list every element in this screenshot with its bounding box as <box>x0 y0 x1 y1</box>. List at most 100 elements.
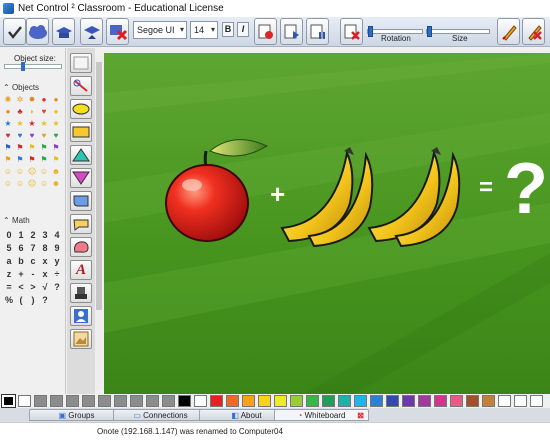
flag-icon[interactable]: ⚑ <box>50 154 62 165</box>
color-swatch[interactable] <box>290 395 303 407</box>
close-tab-icon[interactable]: ⊠ <box>357 410 364 421</box>
line-tool-button[interactable] <box>70 76 92 96</box>
math-symbol[interactable]: x <box>39 255 51 267</box>
heart-icon[interactable]: ♥ <box>2 130 14 141</box>
math-symbol[interactable]: ÷ <box>51 268 63 280</box>
color-swatch[interactable] <box>194 395 207 407</box>
smiley-icon[interactable]: ☺ <box>38 178 50 189</box>
flower-icon[interactable]: ✲ <box>14 94 26 105</box>
record-button[interactable] <box>254 18 277 45</box>
math-symbol[interactable]: 7 <box>27 242 39 254</box>
strawberry-icon[interactable]: ♥ <box>38 106 50 117</box>
smiley-icon[interactable]: ☹ <box>26 166 38 177</box>
color-swatch[interactable] <box>530 395 543 407</box>
color-swatch[interactable] <box>258 395 271 407</box>
math-symbol[interactable]: = <box>3 281 15 293</box>
smiley-icon[interactable]: ☺ <box>14 178 26 189</box>
color-swatch[interactable] <box>370 395 383 407</box>
color-swatch[interactable] <box>18 395 31 407</box>
image-tool-button[interactable] <box>70 329 92 349</box>
yellow-flag-icon[interactable]: ⚑ <box>26 142 38 153</box>
math-symbol[interactable]: ( <box>15 294 27 306</box>
bold-button[interactable]: B <box>222 22 234 37</box>
math-symbol[interactable]: % <box>3 294 15 306</box>
smiley-icon[interactable]: ☻ <box>50 178 62 189</box>
red-star-icon[interactable]: ★ <box>26 118 38 129</box>
red-flag-icon[interactable]: ⚑ <box>14 142 26 153</box>
blue-star-icon[interactable]: ★ <box>2 118 14 129</box>
close-whiteboard-button[interactable] <box>522 18 545 45</box>
tab-connections[interactable]: ▭ Connections <box>113 409 208 421</box>
cloud-button[interactable] <box>26 18 49 45</box>
color-swatch[interactable] <box>82 395 95 407</box>
ellipse-tool-button[interactable] <box>70 99 92 119</box>
math-symbol[interactable]: 5 <box>3 242 15 254</box>
color-swatch[interactable] <box>354 395 367 407</box>
size-slider-thumb[interactable] <box>427 26 432 37</box>
math-symbol[interactable]: 8 <box>39 242 51 254</box>
gold-star-icon[interactable]: ★ <box>38 118 50 129</box>
flag-icon[interactable]: ⚑ <box>38 154 50 165</box>
math-symbol[interactable]: 1 <box>15 229 27 241</box>
orange-icon[interactable]: ● <box>50 94 62 105</box>
star-icon[interactable]: ★ <box>50 118 62 129</box>
pumpkin-icon[interactable]: ● <box>2 106 14 117</box>
smiley-icon[interactable]: ☺ <box>38 166 50 177</box>
pause-button[interactable] <box>306 18 329 45</box>
font-select[interactable]: Segoe UI ▾ <box>133 21 187 39</box>
purple-flag-icon[interactable]: ⚑ <box>50 142 62 153</box>
yellow-star-icon[interactable]: ★ <box>14 118 26 129</box>
purple-heart-icon[interactable]: ♥ <box>26 130 38 141</box>
green-flag-icon[interactable]: ⚑ <box>38 142 50 153</box>
math-symbol[interactable]: 2 <box>27 229 39 241</box>
lemon-icon[interactable]: ● <box>50 106 62 117</box>
math-symbol[interactable]: ) <box>27 294 39 306</box>
clear-objects-button[interactable] <box>106 18 129 45</box>
font-size-select[interactable]: 14 ▾ <box>190 21 218 39</box>
rectangle-tool-button[interactable] <box>70 122 92 142</box>
color-swatch[interactable] <box>306 395 319 407</box>
text-tool-button[interactable]: A <box>70 260 92 280</box>
math-symbol[interactable]: ? <box>39 294 51 306</box>
color-swatch[interactable] <box>322 395 335 407</box>
panel-scrollbar-thumb[interactable] <box>96 62 102 310</box>
math-symbol[interactable]: y <box>51 255 63 267</box>
user-tool-button[interactable] <box>70 306 92 326</box>
color-swatch[interactable] <box>1 394 16 408</box>
color-swatch[interactable] <box>162 395 175 407</box>
math-symbol[interactable]: c <box>27 255 39 267</box>
color-swatch[interactable] <box>50 395 63 407</box>
color-swatch[interactable] <box>34 395 47 407</box>
smiley-icon[interactable]: ☺ <box>2 166 14 177</box>
math-symbol[interactable]: x <box>39 268 51 280</box>
blue-heart-icon[interactable]: ♥ <box>14 130 26 141</box>
math-header[interactable]: ⌃ Math <box>3 216 30 225</box>
color-swatch[interactable] <box>450 395 463 407</box>
math-symbol[interactable]: b <box>15 255 27 267</box>
math-symbol[interactable]: - <box>27 268 39 280</box>
math-symbol[interactable]: + <box>15 268 27 280</box>
objects-header[interactable]: ⌃ Objects <box>3 83 39 92</box>
math-symbol[interactable]: 4 <box>51 229 63 241</box>
flag-icon[interactable]: ⚑ <box>14 154 26 165</box>
smiley-icon[interactable]: ☻ <box>50 166 62 177</box>
color-swatch[interactable] <box>114 395 127 407</box>
math-symbol[interactable]: 3 <box>39 229 51 241</box>
color-swatch[interactable] <box>98 395 111 407</box>
math-symbol[interactable]: 6 <box>15 242 27 254</box>
object-size-slider[interactable] <box>4 62 62 71</box>
color-swatch[interactable] <box>386 395 399 407</box>
inverted-triangle-tool-button[interactable] <box>70 168 92 188</box>
green-heart-icon[interactable]: ♥ <box>50 130 62 141</box>
sun-icon[interactable]: ✺ <box>2 94 14 105</box>
color-swatch[interactable] <box>226 395 239 407</box>
math-symbol[interactable]: √ <box>39 281 51 293</box>
color-swatch[interactable] <box>146 395 159 407</box>
color-swatch[interactable] <box>66 395 79 407</box>
star-burst-icon[interactable]: ✸ <box>26 94 38 105</box>
pen-settings-button[interactable] <box>497 18 520 45</box>
color-swatch[interactable] <box>242 395 255 407</box>
color-swatch[interactable] <box>210 395 223 407</box>
color-swatch[interactable] <box>466 395 479 407</box>
math-symbol[interactable]: 9 <box>51 242 63 254</box>
